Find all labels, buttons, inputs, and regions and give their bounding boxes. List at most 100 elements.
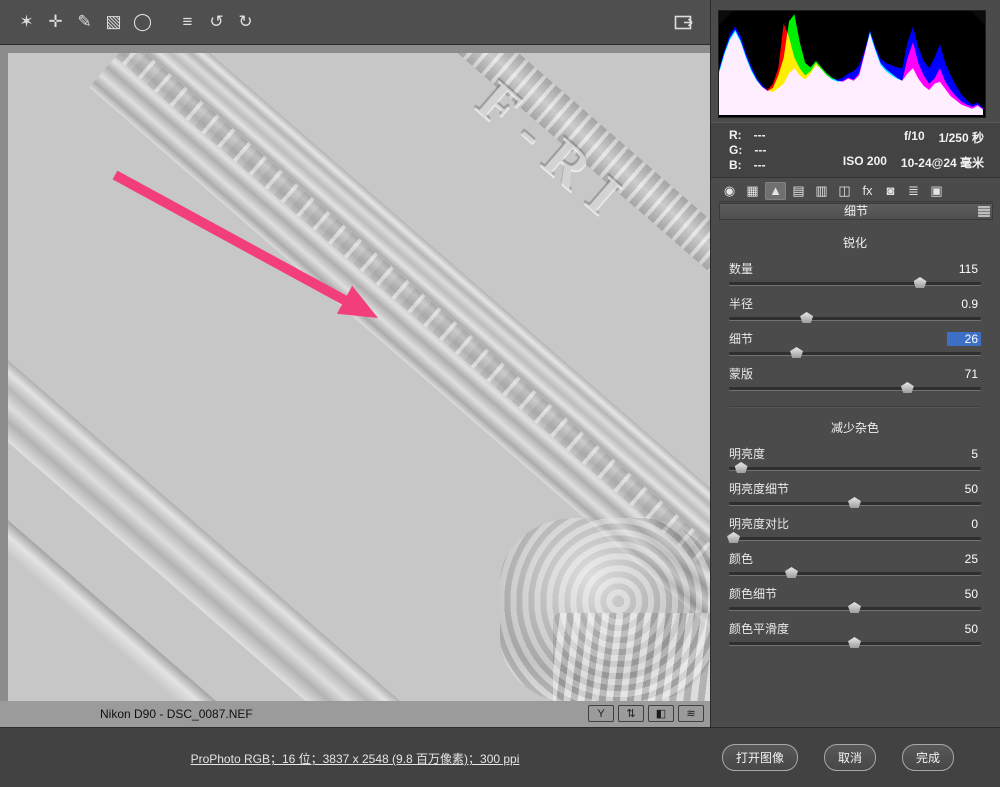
preview-image[interactable]: F-RI [8, 53, 710, 701]
toolbar: ✶ ✛ ✎ ▧ ◯ ≡ ↺ ↻ [0, 0, 710, 45]
slider-label: 颜色 [729, 552, 754, 566]
radial-filter-tool[interactable]: ◯ [128, 8, 157, 36]
slider-label: 明亮度细节 [729, 482, 790, 496]
graduated-filter-tool[interactable]: ▧ [99, 8, 128, 36]
slider-track[interactable] [727, 532, 981, 543]
tab-hsl-grayscale[interactable]: ▤ [788, 182, 809, 200]
slider-row: 细节 26 [729, 331, 981, 358]
tab-split-toning[interactable]: ▥ [811, 182, 832, 200]
panel-title: 细节 [843, 204, 868, 218]
tab-presets[interactable]: ≣ [903, 182, 924, 200]
fullscreen-toggle-icon [674, 15, 693, 30]
slider-label: 数量 [729, 262, 754, 276]
slider-thumb[interactable] [848, 602, 861, 613]
slider-track[interactable] [729, 347, 981, 358]
g-label: G: [729, 143, 743, 157]
slider-label: 半径 [729, 297, 754, 311]
tab-detail[interactable]: ▲ [765, 181, 786, 200]
b-label: B: [729, 158, 742, 172]
panel-tabs: ◉ ▦ ▲ ▤ ▥ ◫ fx ◙ ≣ ▣ [719, 180, 993, 202]
aperture-value: f/10 [903, 129, 925, 143]
section-title: 锐化 [842, 236, 867, 250]
slider-row: 明亮度 5 [729, 446, 981, 473]
slider-value-field[interactable]: 50 [947, 622, 981, 636]
slider-thumb[interactable] [913, 277, 927, 288]
slider-row: 蒙版 71 [729, 366, 981, 393]
embossed-column-capital [500, 518, 710, 701]
tab-tone-curve[interactable]: ▦ [742, 182, 763, 200]
slider-track[interactable] [729, 382, 981, 393]
slider-value-field[interactable]: 115 [947, 262, 981, 276]
slider-value-field[interactable]: 71 [947, 367, 981, 381]
slider-row: 颜色平滑度 50 [729, 621, 981, 648]
shot-info: f/10 1/250 秒 ISO 200 10-24@24 毫米 [843, 128, 984, 172]
workflow-options-link[interactable]: ProPhoto RGB；16 位；3837 x 2548 (9.8 百万像素)… [0, 750, 710, 767]
slider-thumb[interactable] [800, 312, 814, 323]
preview-before-after-button[interactable]: ◧ [648, 705, 674, 722]
fullscreen-toggle-button[interactable] [672, 11, 698, 33]
slider-value-field[interactable]: 50 [947, 587, 981, 601]
slider-value-field[interactable]: 26 [947, 331, 981, 346]
slider-track[interactable] [729, 637, 981, 648]
slider-thumb[interactable] [900, 382, 914, 393]
slider-thumb[interactable] [790, 347, 804, 358]
slider-track[interactable] [729, 312, 981, 323]
section-title: 减少杂色 [729, 406, 981, 436]
camera-raw-window: ✶ ✛ ✎ ▧ ◯ ≡ ↺ ↻ F-RI Nikon D90 - DSC_0087.NEF [0, 0, 1000, 787]
slider-value-field[interactable]: 0 [947, 517, 981, 531]
toolbar-tools: ✶ ✛ ✎ ▧ ◯ ≡ ↺ ↻ [12, 8, 260, 36]
tab-basic[interactable]: ◉ [719, 182, 740, 200]
rgb-readout: R: --- G: --- B: --- [729, 128, 766, 172]
preferences-button[interactable]: ≡ [173, 8, 202, 36]
spot-removal-tool[interactable]: ✶ [12, 8, 41, 36]
slider-value-field[interactable]: 0.9 [947, 297, 981, 311]
panel-header: 细节 [719, 203, 993, 220]
slider-thumb[interactable] [848, 497, 861, 508]
rotate-right-button[interactable]: ↻ [231, 8, 260, 36]
r-label: R: [729, 128, 742, 142]
slider-row: 明亮度对比 0 [727, 516, 981, 543]
slider-value-field[interactable]: 5 [947, 447, 981, 461]
slider-track[interactable] [729, 567, 981, 578]
color-sampler-tool[interactable]: ✛ [41, 8, 70, 36]
lens-value: 10-24@24 毫米 [900, 156, 984, 170]
preview-split-button[interactable]: ⇅ [618, 705, 644, 722]
canvas-footer: Nikon D90 - DSC_0087.NEF Y ⇅ ◧ ≋ [0, 701, 710, 727]
iso-value: ISO 200 [842, 154, 887, 168]
tab-effects[interactable]: fx [857, 182, 878, 200]
histogram [718, 10, 986, 118]
slider-thumb[interactable] [848, 637, 861, 648]
preview-options-button[interactable]: ≋ [678, 705, 704, 722]
adjustment-brush-tool[interactable]: ✎ [70, 8, 99, 36]
shadow-clipping-warning-icon[interactable] [719, 11, 733, 25]
embossed-lower-band [8, 308, 710, 701]
workflow-bar: ProPhoto RGB；16 位；3837 x 2548 (9.8 百万像素)… [0, 727, 710, 787]
slider-thumb[interactable] [785, 567, 798, 578]
embossed-shadow-edge [8, 468, 665, 701]
slider-track[interactable] [729, 497, 981, 508]
slider-thumb[interactable] [734, 462, 748, 473]
preview-y-button[interactable]: Y [588, 705, 614, 722]
rotate-left-button[interactable]: ↺ [202, 8, 231, 36]
open-image-button[interactable]: 打开图像 [722, 744, 799, 771]
preview-canvas[interactable]: F-RI [0, 45, 710, 701]
tab-lens-corrections[interactable]: ◫ [834, 182, 855, 200]
tab-camera-calibration[interactable]: ◙ [880, 182, 901, 200]
slider-track[interactable] [729, 277, 981, 288]
slider-thumb[interactable] [727, 532, 741, 543]
slider-label: 细节 [729, 332, 754, 346]
highlight-clipping-warning-icon[interactable] [971, 11, 985, 25]
slider-track[interactable] [729, 602, 981, 613]
slider-label: 颜色平滑度 [729, 622, 790, 636]
panel-menu-button[interactable] [978, 206, 990, 217]
slider-track[interactable] [729, 462, 981, 473]
slider-value-field[interactable]: 25 [947, 552, 981, 566]
r-value: --- [753, 128, 766, 142]
slider-row: 颜色细节 50 [729, 586, 981, 613]
done-button[interactable]: 完成 [902, 744, 955, 771]
slider-value-field[interactable]: 50 [947, 482, 981, 496]
cancel-button[interactable]: 取消 [824, 744, 877, 771]
tab-snapshots[interactable]: ▣ [926, 182, 947, 200]
b-value: --- [753, 158, 766, 172]
preview-controls: Y ⇅ ◧ ≋ [588, 705, 704, 722]
